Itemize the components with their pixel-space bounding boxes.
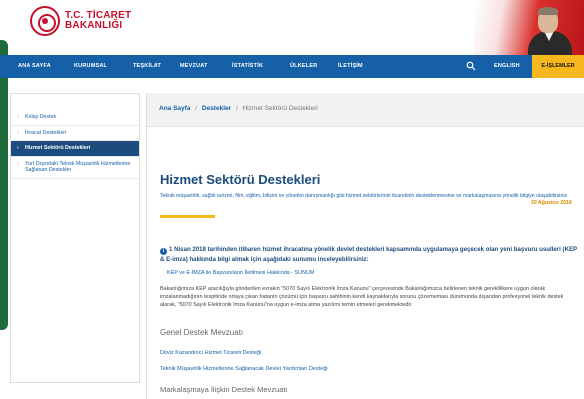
publish-date: 20 Ağustos 2018	[531, 200, 572, 206]
chevron-right-icon: ›	[17, 114, 19, 120]
side-accent-bar	[0, 40, 8, 330]
breadcrumb-separator: /	[195, 105, 198, 112]
breadcrumb-home[interactable]: Ana Sayfa	[159, 105, 190, 112]
page-subtitle: Teknik müşavirlik, sağlık turizmi, film,…	[160, 193, 568, 199]
body-paragraph: Bakanlığımıza KEP aracılığıyla gönderile…	[160, 286, 564, 308]
section-heading-markalasma: Markalaşmaya İlişkin Destek Mevzuatı	[160, 385, 288, 394]
flag-banner	[474, 0, 584, 55]
nav-item-teskilat[interactable]: TEŞKİLAT	[133, 55, 161, 78]
doc-link-teknik-musavirlik[interactable]: Teknik Müşavirlik Hizmetlerine Sağlanaca…	[160, 366, 328, 372]
doc-link-doviz-hizmet-ticareti[interactable]: Döviz Kazandırıcı Hizmet Ticareti Desteğ…	[160, 350, 261, 356]
kep-presentation-link[interactable]: KEP ve E-İMZA ile Başvuruların İletilmes…	[167, 270, 314, 276]
main-nav: ANA SAYFA KURUMSAL TEŞKİLAT MEVZUAT İSTA…	[0, 55, 584, 78]
sidebar-item-hizmet-sektoru[interactable]: › Hizmet Sektörü Destekleri	[11, 141, 139, 157]
section-heading-genel-mevzuat: Genel Destek Mevzuatı	[160, 328, 244, 337]
ministry-emblem-icon	[30, 6, 60, 36]
e-islemler-button[interactable]: E-İŞLEMLER	[532, 55, 584, 78]
logo-line-2: BAKANLIĞI	[65, 20, 123, 31]
info-icon: i	[160, 248, 167, 255]
breadcrumb-current: Hizmet Sektörü Destekleri	[242, 105, 318, 112]
sidebar-item-teknik-musavirlik[interactable]: › Yurt Dışındaki Teknik Müşavirlik Hizme…	[11, 157, 139, 179]
notice-text: i1 Nisan 2018 tarihinden itibaren hizmet…	[160, 245, 580, 264]
title-underline	[160, 215, 215, 218]
notice-body: 1 Nisan 2018 tarihinden itibaren hizmet …	[160, 246, 577, 263]
logo-text: T.C. TİCARET BAKANLIĞI	[65, 11, 131, 31]
site-header: T.C. TİCARET BAKANLIĞI	[0, 0, 584, 55]
breadcrumb: Ana Sayfa / Destekler / Hizmet Sektörü D…	[147, 93, 584, 127]
sidebar-item-label: Yurt Dışındaki Teknik Müşavirlik Hizmetl…	[25, 160, 131, 174]
sidebar-item-ihracat-destekleri[interactable]: › İhracat Destekleri	[11, 126, 139, 141]
chevron-right-icon: ›	[17, 145, 19, 151]
page-title: Hizmet Sektörü Destekleri	[160, 172, 321, 187]
nav-item-iletisim[interactable]: İLETİŞİM	[338, 55, 363, 78]
breadcrumb-separator: /	[235, 105, 238, 112]
chevron-right-icon: ›	[17, 160, 19, 167]
nav-item-kurumsal[interactable]: KURUMSAL	[74, 55, 107, 78]
sidebar-item-label: İhracat Destekleri	[25, 129, 67, 136]
sidebar-item-label: Hizmet Sektörü Destekleri	[25, 145, 91, 151]
sidebar-item-kolay-destek[interactable]: › Kolay Destek	[11, 110, 139, 126]
breadcrumb-destekler[interactable]: Destekler	[202, 105, 231, 112]
portrait-image	[526, 3, 576, 55]
ministry-logo[interactable]: T.C. TİCARET BAKANLIĞI	[30, 6, 131, 36]
sidebar-item-label: Kolay Destek	[25, 114, 57, 120]
sidebar-menu: › Kolay Destek › İhracat Destekleri › Hi…	[10, 93, 140, 383]
nav-item-istatistik[interactable]: İSTATİSTİK	[232, 55, 263, 78]
search-icon[interactable]	[466, 61, 476, 71]
nav-item-ana-sayfa[interactable]: ANA SAYFA	[18, 55, 51, 78]
nav-item-ulkeler[interactable]: ÜLKELER	[290, 55, 317, 78]
nav-item-english[interactable]: ENGLISH	[494, 55, 520, 78]
chevron-right-icon: ›	[17, 129, 19, 136]
nav-item-mevzuat[interactable]: MEVZUAT	[180, 55, 208, 78]
